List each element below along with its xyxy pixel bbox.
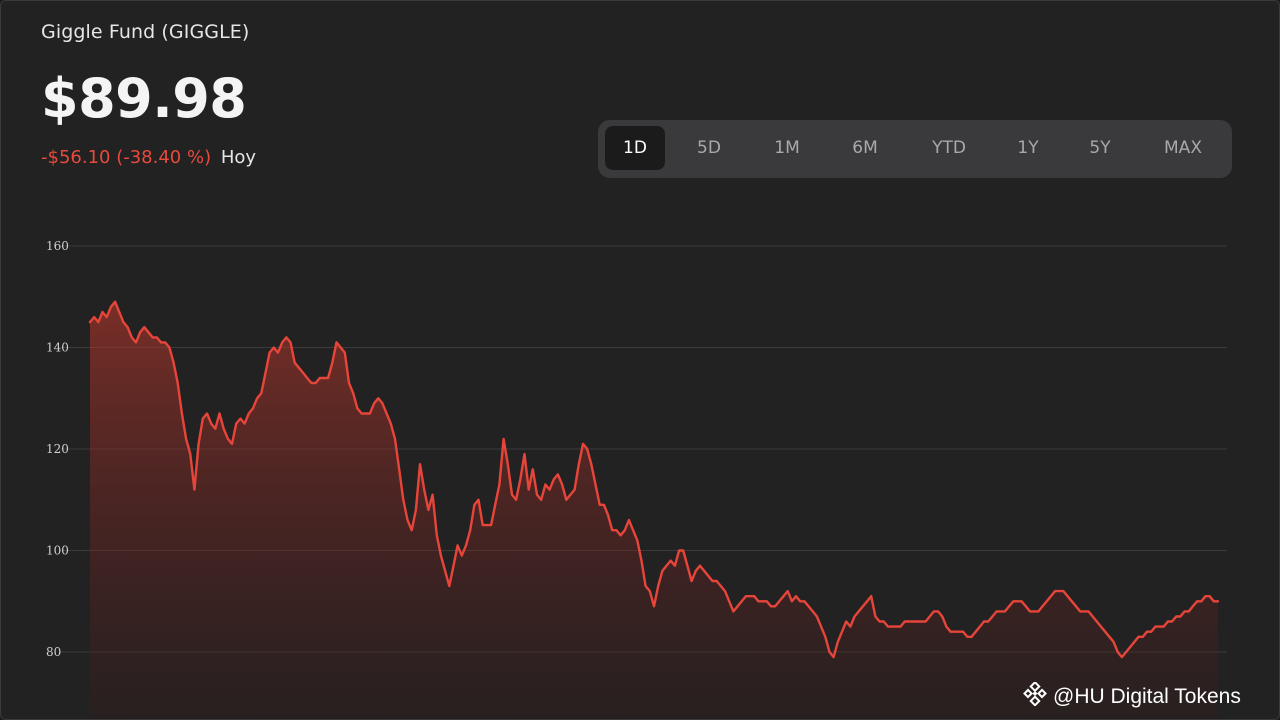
y-tick-label: 100 <box>46 544 69 558</box>
watermark: @HU Digital Tokens <box>1023 680 1241 712</box>
y-tick-label: 120 <box>46 442 69 456</box>
range-button-5d[interactable]: 5D <box>678 126 740 170</box>
fund-quote-card: Giggle Fund (GIGGLE) $89.98 -$56.10 (-38… <box>0 0 1280 720</box>
price-change-row: -$56.10 (-38.40 %) Hoy <box>41 147 256 168</box>
fund-name: Giggle Fund (GIGGLE) <box>41 21 250 43</box>
range-button-5y[interactable]: 5Y <box>1069 126 1131 170</box>
current-price: $89.98 <box>41 67 247 130</box>
y-tick-label: 160 <box>46 239 69 253</box>
range-button-6m[interactable]: 6M <box>834 126 896 170</box>
change-period: Hoy <box>220 147 257 168</box>
range-button-max[interactable]: MAX <box>1148 126 1218 170</box>
watermark-text: @HU Digital Tokens <box>1053 685 1241 708</box>
range-button-1m[interactable]: 1M <box>756 126 818 170</box>
time-range-selector: 1D 5D 1M 6M YTD 1Y 5Y MAX <box>598 120 1232 178</box>
y-tick-label: 140 <box>46 341 69 355</box>
range-button-1d[interactable]: 1D <box>605 126 665 170</box>
range-button-ytd[interactable]: YTD <box>916 126 982 170</box>
binance-diamond-icon <box>1023 680 1047 712</box>
price-area-fill <box>90 301 1218 719</box>
range-button-1y[interactable]: 1Y <box>998 126 1058 170</box>
price-change: -$56.10 (-38.40 %) <box>41 147 212 168</box>
price-line <box>88 300 1220 659</box>
y-tick-label: 80 <box>46 645 61 659</box>
